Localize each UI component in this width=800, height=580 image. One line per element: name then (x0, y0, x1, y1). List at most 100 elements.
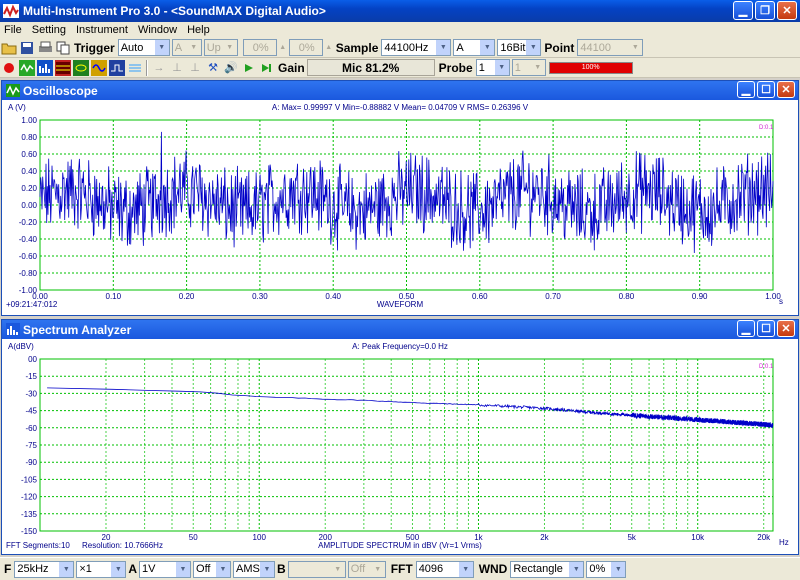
chevron-down-icon: ▼ (530, 60, 545, 75)
play-icon[interactable] (241, 60, 257, 76)
a-mode-select[interactable]: AMS ▼ (233, 560, 276, 578)
marker-a-icon[interactable]: ⊥ (169, 60, 185, 76)
a-scale-select[interactable]: 1V ▼ (139, 560, 192, 578)
sample-rate-select[interactable]: 44100Hz ▼ (381, 39, 452, 56)
window-function-select[interactable]: Rectangle ▼ (510, 560, 585, 578)
close-button[interactable]: ✕ (777, 1, 797, 20)
spectrum-plot[interactable]: A(dBV) A: Peak Frequency=0.0 Hz20 50 100 200… (2, 339, 798, 554)
fft-size-select[interactable]: 4096 ▼ (415, 560, 474, 578)
oscilloscope-icon[interactable] (19, 59, 35, 76)
calibrate-icon[interactable]: ⚒ (205, 60, 221, 76)
trigger-edge-value: Up (206, 41, 221, 54)
freq-range-select[interactable]: 25kHz ▼ (14, 560, 75, 578)
x-tick-label: 100 (253, 533, 267, 542)
trigger-delay-value: 0% (298, 41, 315, 54)
osc-maximize-button[interactable]: ☐ (757, 81, 775, 98)
fft-size-value: 4096 (418, 563, 444, 575)
channel-value: A (456, 41, 464, 54)
menu-window[interactable]: Window (138, 24, 177, 36)
meter-icon[interactable] (127, 60, 143, 76)
chevron-down-icon: ▼ (436, 40, 451, 55)
channel-select[interactable]: A ▼ (453, 39, 496, 56)
menu-help[interactable]: Help (187, 24, 210, 36)
app-logo-icon (3, 4, 19, 18)
trigger-edge-select[interactable]: Up ▼ (203, 39, 238, 56)
chevron-down-icon: ▼ (370, 561, 385, 577)
speaker-icon[interactable]: 🔊 (223, 60, 239, 76)
overlap-select[interactable]: 0% ▼ (586, 560, 627, 578)
y-tick-label: -45 (25, 407, 37, 416)
y-tick-label: -0.40 (19, 235, 38, 244)
osc-close-button[interactable]: ✕ (777, 81, 795, 98)
print-icon[interactable] (37, 40, 53, 56)
x-tick-label: 0.80 (619, 292, 635, 301)
spec-maximize-button[interactable]: ☐ (757, 320, 775, 337)
spin-icon[interactable]: ▲ (325, 40, 333, 56)
spectrum-icon[interactable] (37, 59, 53, 76)
menu-setting[interactable]: Setting (32, 24, 66, 36)
chevron-down-icon: ▼ (111, 561, 126, 577)
phase-icon[interactable] (73, 59, 89, 76)
a-mode-value: AMS (236, 563, 260, 575)
level-meter-text: 100% (581, 63, 600, 71)
sample-rate-value: 44100Hz (384, 41, 429, 54)
spectrogram-icon[interactable] (55, 59, 71, 76)
points-value: 44100 (580, 41, 611, 54)
trigger-channel-select[interactable]: A ▼ (171, 39, 202, 56)
restore-button[interactable]: ❐ (755, 1, 775, 20)
freq-range-value: 25kHz (17, 563, 49, 575)
open-folder-icon[interactable] (1, 40, 17, 56)
zoom-select[interactable]: ×1 ▼ (76, 560, 127, 578)
chevron-down-icon: ▼ (176, 561, 191, 577)
trigger-mode-select[interactable]: Auto ▼ (117, 39, 170, 56)
cursor-icon[interactable]: → (151, 60, 167, 76)
trigger-delay-field[interactable]: 0% (288, 39, 323, 56)
chevron-down-icon: ▼ (458, 561, 473, 577)
play-once-icon[interactable] (259, 60, 275, 76)
menu-instrument[interactable]: Instrument (76, 24, 128, 36)
spec-close-button[interactable]: ✕ (777, 320, 795, 337)
trigger-level-value: 0% (252, 41, 269, 54)
b-offset-select[interactable]: Off ▼ (347, 560, 386, 578)
minimize-button[interactable]: ▁ (733, 1, 753, 20)
x-unit-label: s (779, 297, 783, 306)
probe-b-select[interactable]: 1 ▼ (511, 59, 546, 76)
y-tick-label: -0.20 (19, 218, 38, 227)
a-offset-select[interactable]: Off ▼ (193, 560, 232, 578)
y-tick-label: 0.40 (21, 167, 37, 176)
oscilloscope-title: Oscilloscope (23, 83, 98, 98)
trigger-level-field[interactable]: 0% (242, 39, 277, 56)
points-select[interactable]: 44100 ▼ (577, 39, 644, 56)
toolbar-main: Trigger Auto ▼ A ▼ Up ▼ 0% ▲ 0% ▲ Sample 44… (0, 38, 800, 58)
copy-icon[interactable] (55, 40, 71, 56)
trigger-mode-value: Auto (120, 41, 144, 54)
generator-icon[interactable] (91, 59, 107, 76)
x-tick-label: 0.70 (545, 292, 561, 301)
marker-b-icon[interactable]: ⊥ (187, 60, 203, 76)
osc-minimize-button[interactable]: ▁ (737, 81, 755, 98)
save-icon[interactable] (19, 40, 35, 56)
dds-icon[interactable] (109, 59, 125, 76)
sample-label: Sample (335, 40, 379, 55)
y-tick-label: 0.20 (21, 184, 37, 193)
menu-file[interactable]: File (4, 24, 22, 36)
spec-minimize-button[interactable]: ▁ (737, 320, 755, 337)
probe-label: Probe (438, 60, 473, 75)
x-axis-label: WAVEFORM (377, 300, 424, 309)
spin-icon[interactable]: ▲ (279, 40, 287, 56)
timestamp: +09:21:47:012 (6, 300, 58, 309)
a-scale-value: 1V (142, 563, 156, 575)
f-label: F (4, 562, 12, 576)
record-icon[interactable] (1, 60, 17, 76)
oscilloscope-plot[interactable]: A (V) A: Max= 0.99997 V Min=-0.88882 V Me… (2, 100, 798, 315)
chevron-down-icon: ▼ (154, 40, 169, 55)
b-scale-select[interactable]: ▼ (287, 560, 346, 578)
chevron-down-icon: ▼ (222, 40, 237, 55)
x-tick-label: 20k (757, 533, 771, 542)
chevron-down-icon: ▼ (186, 40, 201, 55)
y-axis-label: A(dBV) (8, 342, 34, 351)
probe-a-select[interactable]: 1 ▼ (475, 59, 510, 76)
bits-select[interactable]: 16Bit ▼ (497, 39, 542, 56)
x-tick-label: 0.30 (252, 292, 268, 301)
app-title: Multi-Instrument Pro 3.0 - <SoundMAX Dig… (23, 4, 326, 18)
